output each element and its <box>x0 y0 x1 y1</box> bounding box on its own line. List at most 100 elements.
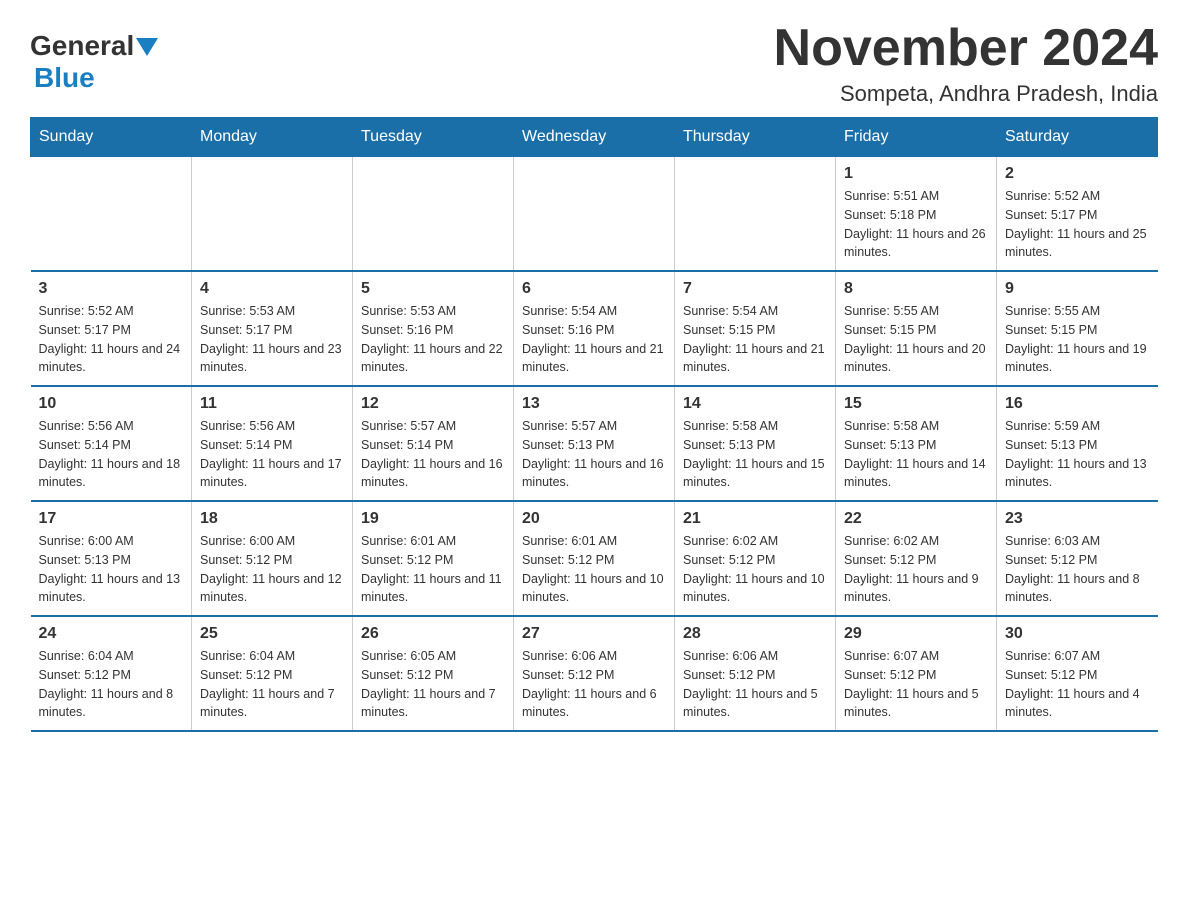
day-cell: 22 Sunrise: 6:02 AMSunset: 5:12 PMDayligh… <box>836 501 997 616</box>
day-info: Sunrise: 5:57 AMSunset: 5:13 PMDaylight:… <box>522 417 666 492</box>
day-info: Sunrise: 6:02 AMSunset: 5:12 PMDaylight:… <box>844 532 988 607</box>
day-number: 22 <box>844 510 988 528</box>
logo-blue-text: Blue <box>34 62 95 94</box>
day-cell: 5 Sunrise: 5:53 AMSunset: 5:16 PMDaylight… <box>353 271 514 386</box>
day-number: 1 <box>844 165 988 183</box>
day-info: Sunrise: 5:53 AMSunset: 5:16 PMDaylight:… <box>361 302 505 377</box>
day-info: Sunrise: 5:56 AMSunset: 5:14 PMDaylight:… <box>200 417 344 492</box>
day-number: 14 <box>683 395 827 413</box>
week-row-1: 1 Sunrise: 5:51 AMSunset: 5:18 PMDaylight… <box>31 157 1158 272</box>
day-info: Sunrise: 5:58 AMSunset: 5:13 PMDaylight:… <box>844 417 988 492</box>
day-info: Sunrise: 5:51 AMSunset: 5:18 PMDaylight:… <box>844 187 988 262</box>
day-info: Sunrise: 5:58 AMSunset: 5:13 PMDaylight:… <box>683 417 827 492</box>
day-cell: 9Sunrise: 5:55 AMSunset: 5:15 PMDaylight… <box>997 271 1158 386</box>
day-cell <box>675 157 836 272</box>
day-cell: 17 Sunrise: 6:00 AMSunset: 5:13 PMDayligh… <box>31 501 192 616</box>
column-header-wednesday: Wednesday <box>514 118 675 157</box>
day-number: 16 <box>1005 395 1150 413</box>
day-number: 29 <box>844 625 988 643</box>
day-cell: 21 Sunrise: 6:02 AMSunset: 5:12 PMDayligh… <box>675 501 836 616</box>
day-cell: 28Sunrise: 6:06 AMSunset: 5:12 PMDayligh… <box>675 616 836 731</box>
day-info: Sunrise: 5:52 AMSunset: 5:17 PMDaylight:… <box>39 302 184 377</box>
day-cell: 18Sunrise: 6:00 AMSunset: 5:12 PMDayligh… <box>192 501 353 616</box>
day-cell <box>31 157 192 272</box>
day-cell <box>514 157 675 272</box>
week-row-4: 17 Sunrise: 6:00 AMSunset: 5:13 PMDayligh… <box>31 501 1158 616</box>
day-info: Sunrise: 6:04 AMSunset: 5:12 PMDaylight:… <box>39 647 184 722</box>
day-info: Sunrise: 6:02 AMSunset: 5:12 PMDaylight:… <box>683 532 827 607</box>
day-info: Sunrise: 5:54 AMSunset: 5:15 PMDaylight:… <box>683 302 827 377</box>
logo: General Blue <box>30 20 158 94</box>
column-header-sunday: Sunday <box>31 118 192 157</box>
day-info: Sunrise: 6:04 AMSunset: 5:12 PMDaylight:… <box>200 647 344 722</box>
day-cell: 25 Sunrise: 6:04 AMSunset: 5:12 PMDayligh… <box>192 616 353 731</box>
column-header-thursday: Thursday <box>675 118 836 157</box>
page-header: General Blue November 2024 Sompeta, Andh… <box>30 20 1158 107</box>
day-number: 17 <box>39 510 184 528</box>
day-number: 25 <box>200 625 344 643</box>
day-info: Sunrise: 5:53 AMSunset: 5:17 PMDaylight:… <box>200 302 344 377</box>
calendar-table: SundayMondayTuesdayWednesdayThursdayFrid… <box>30 117 1158 732</box>
column-header-friday: Friday <box>836 118 997 157</box>
week-row-3: 10 Sunrise: 5:56 AMSunset: 5:14 PMDayligh… <box>31 386 1158 501</box>
day-info: Sunrise: 5:54 AMSunset: 5:16 PMDaylight:… <box>522 302 666 377</box>
day-cell: 15 Sunrise: 5:58 AMSunset: 5:13 PMDayligh… <box>836 386 997 501</box>
logo-general-text: General <box>30 30 134 62</box>
week-row-5: 24 Sunrise: 6:04 AMSunset: 5:12 PMDayligh… <box>31 616 1158 731</box>
day-cell: 4 Sunrise: 5:53 AMSunset: 5:17 PMDaylight… <box>192 271 353 386</box>
day-info: Sunrise: 6:05 AMSunset: 5:12 PMDaylight:… <box>361 647 505 722</box>
day-info: Sunrise: 6:06 AMSunset: 5:12 PMDaylight:… <box>522 647 666 722</box>
day-cell: 11Sunrise: 5:56 AMSunset: 5:14 PMDayligh… <box>192 386 353 501</box>
day-cell: 27 Sunrise: 6:06 AMSunset: 5:12 PMDayligh… <box>514 616 675 731</box>
day-number: 6 <box>522 280 666 298</box>
week-row-2: 3 Sunrise: 5:52 AMSunset: 5:17 PMDaylight… <box>31 271 1158 386</box>
day-cell: 23Sunrise: 6:03 AMSunset: 5:12 PMDayligh… <box>997 501 1158 616</box>
day-number: 8 <box>844 280 988 298</box>
day-info: Sunrise: 5:55 AMSunset: 5:15 PMDaylight:… <box>1005 302 1150 377</box>
day-number: 10 <box>39 395 184 413</box>
day-info: Sunrise: 5:56 AMSunset: 5:14 PMDaylight:… <box>39 417 184 492</box>
day-cell: 1 Sunrise: 5:51 AMSunset: 5:18 PMDaylight… <box>836 157 997 272</box>
day-cell <box>192 157 353 272</box>
page-subtitle: Sompeta, Andhra Pradesh, India <box>774 81 1158 107</box>
day-number: 5 <box>361 280 505 298</box>
day-number: 21 <box>683 510 827 528</box>
day-cell: 24 Sunrise: 6:04 AMSunset: 5:12 PMDayligh… <box>31 616 192 731</box>
day-cell: 14 Sunrise: 5:58 AMSunset: 5:13 PMDayligh… <box>675 386 836 501</box>
day-number: 7 <box>683 280 827 298</box>
day-cell: 29Sunrise: 6:07 AMSunset: 5:12 PMDayligh… <box>836 616 997 731</box>
day-cell: 13Sunrise: 5:57 AMSunset: 5:13 PMDayligh… <box>514 386 675 501</box>
day-cell: 8 Sunrise: 5:55 AMSunset: 5:15 PMDaylight… <box>836 271 997 386</box>
day-number: 15 <box>844 395 988 413</box>
day-cell: 10 Sunrise: 5:56 AMSunset: 5:14 PMDayligh… <box>31 386 192 501</box>
column-header-monday: Monday <box>192 118 353 157</box>
day-number: 2 <box>1005 165 1150 183</box>
day-number: 18 <box>200 510 344 528</box>
day-info: Sunrise: 5:55 AMSunset: 5:15 PMDaylight:… <box>844 302 988 377</box>
day-number: 4 <box>200 280 344 298</box>
day-number: 12 <box>361 395 505 413</box>
day-cell: 3 Sunrise: 5:52 AMSunset: 5:17 PMDaylight… <box>31 271 192 386</box>
day-number: 19 <box>361 510 505 528</box>
day-info: Sunrise: 6:01 AMSunset: 5:12 PMDaylight:… <box>522 532 666 607</box>
day-cell: 6 Sunrise: 5:54 AMSunset: 5:16 PMDaylight… <box>514 271 675 386</box>
day-info: Sunrise: 6:00 AMSunset: 5:13 PMDaylight:… <box>39 532 184 607</box>
day-cell: 26 Sunrise: 6:05 AMSunset: 5:12 PMDayligh… <box>353 616 514 731</box>
day-info: Sunrise: 6:07 AMSunset: 5:12 PMDaylight:… <box>1005 647 1150 722</box>
day-number: 28 <box>683 625 827 643</box>
day-number: 26 <box>361 625 505 643</box>
day-cell <box>353 157 514 272</box>
day-number: 23 <box>1005 510 1150 528</box>
day-info: Sunrise: 6:01 AMSunset: 5:12 PMDaylight:… <box>361 532 505 607</box>
day-number: 24 <box>39 625 184 643</box>
calendar-header-row: SundayMondayTuesdayWednesdayThursdayFrid… <box>31 118 1158 157</box>
day-info: Sunrise: 5:59 AMSunset: 5:13 PMDaylight:… <box>1005 417 1150 492</box>
day-cell: 20 Sunrise: 6:01 AMSunset: 5:12 PMDayligh… <box>514 501 675 616</box>
day-number: 3 <box>39 280 184 298</box>
day-number: 27 <box>522 625 666 643</box>
day-info: Sunrise: 5:52 AMSunset: 5:17 PMDaylight:… <box>1005 187 1150 262</box>
day-number: 20 <box>522 510 666 528</box>
page-title: November 2024 <box>774 20 1158 77</box>
day-cell: 2 Sunrise: 5:52 AMSunset: 5:17 PMDaylight… <box>997 157 1158 272</box>
title-block: November 2024 Sompeta, Andhra Pradesh, I… <box>774 20 1158 107</box>
